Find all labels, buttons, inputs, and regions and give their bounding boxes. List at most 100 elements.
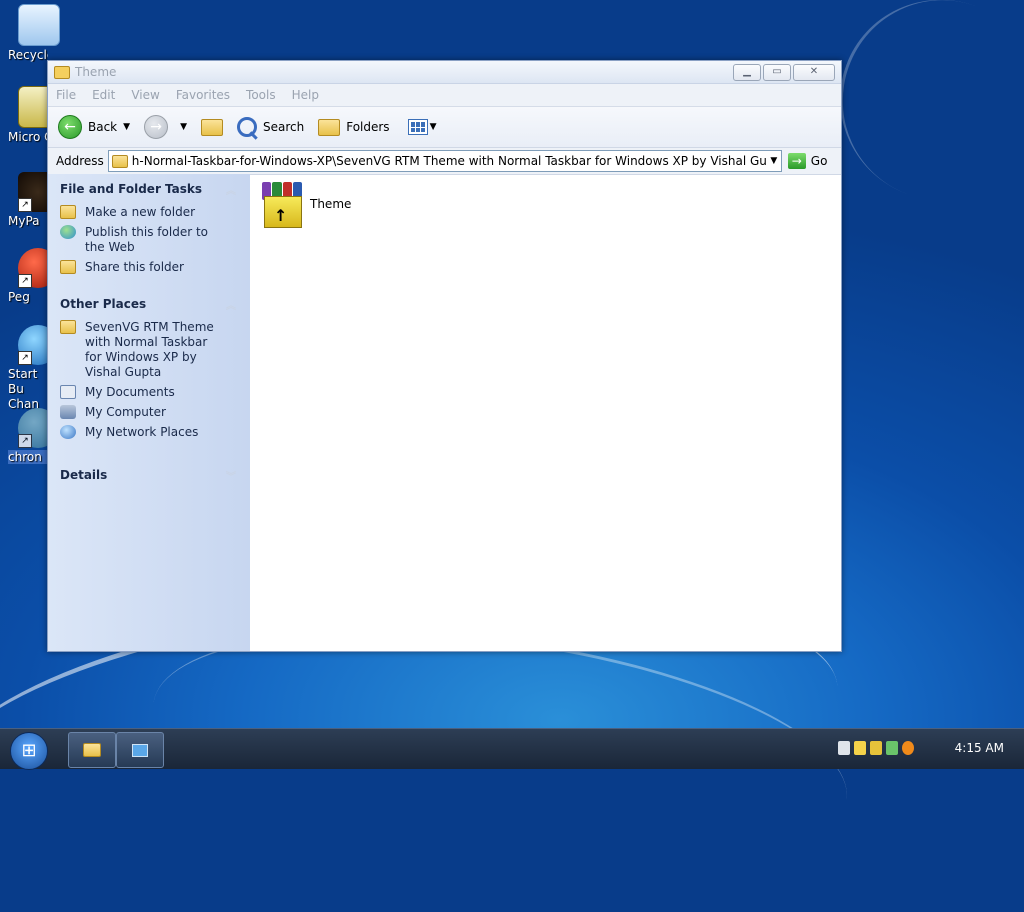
up-button[interactable]: [200, 118, 223, 136]
panel-title: File and Folder Tasks: [60, 182, 203, 196]
address-input[interactable]: h-Normal-Taskbar-for-Windows-XP\SevenVG …: [107, 150, 782, 172]
panel-header[interactable]: File and Folder Tasks ︽: [60, 182, 250, 197]
forward-arrow-icon: →: [144, 115, 169, 139]
views-button[interactable]: ▼: [407, 119, 437, 135]
my-documents-icon: [60, 385, 76, 399]
task-pane: File and Folder Tasks ︽ Make a new folde…: [48, 174, 250, 651]
back-button[interactable]: ← Back ▼: [58, 115, 130, 139]
place-my-computer[interactable]: My Computer: [60, 405, 250, 420]
place-label: My Computer: [85, 405, 166, 419]
tray-keyboard-icon[interactable]: [838, 741, 850, 755]
go-arrow-icon: →: [787, 153, 806, 169]
tray-search-icon[interactable]: [902, 741, 914, 755]
folder-icon: [111, 154, 128, 168]
network-places-icon: [60, 425, 76, 439]
close-button[interactable]: ✕: [793, 63, 835, 81]
panel-header[interactable]: Other Places ︽: [60, 297, 250, 312]
folder-icon: [60, 320, 76, 334]
folders-label: Folders: [346, 120, 390, 134]
file-item[interactable]: ↑ Theme: [258, 180, 351, 228]
desktop-icon-recycle-bin[interactable]: Recycle Bin: [8, 4, 72, 62]
menu-edit[interactable]: Edit: [92, 88, 115, 102]
winrar-archive-icon: ↑: [258, 180, 304, 228]
shortcut-arrow-icon: ↗: [18, 274, 32, 288]
place-label: SevenVG RTM Theme with Normal Taskbar fo…: [85, 320, 214, 379]
collapse-chevron-icon[interactable]: ︽: [226, 297, 236, 312]
task-make-new-folder[interactable]: Make a new folder: [60, 205, 250, 220]
search-button[interactable]: Search: [236, 117, 305, 137]
new-folder-icon: [60, 205, 76, 219]
menu-file[interactable]: File: [56, 88, 76, 102]
search-label: Search: [262, 120, 305, 134]
tray-shield-icon[interactable]: [870, 741, 882, 755]
address-value: h-Normal-Taskbar-for-Windows-XP\SevenVG …: [131, 154, 767, 168]
toolbar: ← Back ▼ → ▼ Search Folders ▼: [48, 107, 841, 148]
file-list[interactable]: ↑ Theme: [250, 174, 841, 651]
folders-button[interactable]: Folders: [318, 118, 390, 136]
go-button[interactable]: → Go: [787, 153, 828, 169]
other-places-panel: Other Places ︽ SevenVG RTM Theme with No…: [60, 297, 250, 440]
taskbar-explorer-button[interactable]: [68, 732, 116, 768]
desktop-icon-label: Micro Outlo: [8, 130, 48, 144]
panel-title: Other Places: [60, 297, 147, 311]
task-publish-folder[interactable]: Publish this folder to the Web: [60, 225, 250, 255]
desktop-icon-label: Recycle Bin: [8, 48, 48, 62]
menu-favorites[interactable]: Favorites: [176, 88, 230, 102]
address-bar: Address h-Normal-Taskbar-for-Windows-XP\…: [48, 148, 841, 175]
minimize-button[interactable]: ▁: [733, 63, 761, 81]
forward-button[interactable]: → ▼: [144, 115, 187, 139]
back-dropdown-icon[interactable]: ▼: [123, 122, 130, 132]
address-dropdown-icon[interactable]: ▼: [767, 156, 781, 166]
recycle-bin-icon: [18, 4, 60, 46]
go-label: Go: [810, 154, 828, 168]
desktop-icon-label: chron: [8, 450, 48, 464]
address-label: Address: [56, 154, 104, 168]
title-bar[interactable]: Theme ▁ ▭ ✕: [48, 61, 841, 84]
file-folder-tasks-panel: File and Folder Tasks ︽ Make a new folde…: [60, 182, 250, 275]
clock[interactable]: 4:15 AM: [955, 741, 1004, 755]
folder-up-icon: [200, 118, 223, 136]
forward-dropdown-icon[interactable]: ▼: [180, 122, 187, 132]
desktop-icon-label: Start Bu Chan: [8, 367, 39, 411]
windows-logo-icon: ⊞: [21, 740, 37, 761]
back-label: Back: [88, 120, 118, 134]
folders-icon: [318, 118, 341, 136]
taskbar-window-button[interactable]: [116, 732, 164, 768]
menu-tools[interactable]: Tools: [246, 88, 276, 102]
task-label: Make a new folder: [85, 205, 196, 219]
views-dropdown-icon: ▼: [429, 122, 437, 132]
place-label: My Network Places: [85, 425, 199, 439]
place-parent-folder[interactable]: SevenVG RTM Theme with Normal Taskbar fo…: [60, 320, 250, 380]
window-title: Theme: [75, 65, 117, 79]
task-label: Publish this folder to the Web: [85, 225, 208, 254]
tray-network-icon[interactable]: [886, 741, 898, 755]
file-name: Theme: [310, 197, 352, 211]
back-arrow-icon: ←: [58, 115, 82, 139]
share-folder-icon: [60, 260, 76, 274]
task-label: Share this folder: [85, 260, 184, 274]
expand-chevron-icon[interactable]: ︾: [226, 468, 236, 483]
collapse-chevron-icon[interactable]: ︽: [226, 182, 236, 197]
folder-icon: [83, 743, 101, 757]
panel-header[interactable]: Details ︾: [60, 468, 250, 483]
explorer-window[interactable]: Theme ▁ ▭ ✕ File Edit View Favorites Too…: [47, 60, 842, 652]
menu-bar: File Edit View Favorites Tools Help: [48, 84, 841, 107]
desktop-icon-label: MyPa: [8, 214, 40, 228]
task-share-folder[interactable]: Share this folder: [60, 260, 250, 275]
place-label: My Documents: [85, 385, 175, 399]
taskbar: ⊞ 4:15 AM: [0, 728, 1024, 770]
tray-s-icon[interactable]: [854, 741, 866, 755]
place-my-network-places[interactable]: My Network Places: [60, 425, 250, 440]
details-panel: Details ︾: [60, 468, 250, 483]
shortcut-arrow-icon: ↗: [18, 434, 32, 448]
start-button[interactable]: ⊞: [10, 732, 48, 770]
search-icon: [236, 117, 257, 137]
publish-web-icon: [60, 225, 76, 239]
menu-help[interactable]: Help: [292, 88, 319, 102]
menu-view[interactable]: View: [131, 88, 159, 102]
maximize-button[interactable]: ▭: [763, 63, 791, 81]
views-icon: [407, 119, 428, 135]
panel-title: Details: [60, 468, 108, 482]
system-tray: [838, 741, 914, 755]
place-my-documents[interactable]: My Documents: [60, 385, 250, 400]
